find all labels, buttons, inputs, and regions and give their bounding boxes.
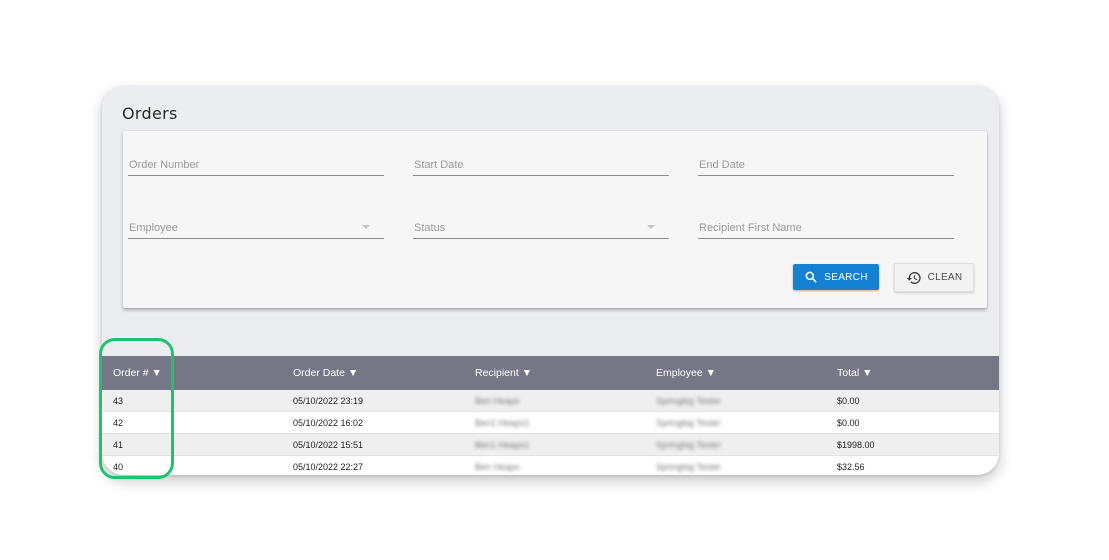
- total-cell: $0.00: [837, 396, 860, 406]
- recipient-cell: Ben Heaps: [475, 396, 520, 406]
- table-header: Order # ▼ Order Date ▼ Recipient ▼ Emplo…: [102, 356, 999, 390]
- table-row[interactable]: 42 05/10/2022 16:02 Ben1 Heaps1 Springbi…: [102, 412, 999, 434]
- order-number-field[interactable]: Order Number: [128, 153, 384, 176]
- recipient-first-name-label: Recipient First Name: [699, 222, 802, 234]
- column-header-order-date[interactable]: Order Date ▼: [293, 367, 358, 379]
- filter-panel: Order Number Start Date End Date Employe…: [123, 131, 987, 308]
- clean-button-label: CLEAN: [927, 272, 963, 283]
- order-date-cell: 05/10/2022 23:19: [293, 396, 364, 406]
- employee-label: Employee: [129, 222, 178, 234]
- end-date-field[interactable]: End Date: [698, 153, 954, 176]
- table-row[interactable]: 41 05/10/2022 15:51 Ben1 Heaps1 Springbi…: [102, 434, 999, 456]
- status-select[interactable]: Status: [413, 216, 669, 239]
- clean-button[interactable]: CLEAN: [894, 263, 974, 292]
- total-cell: $1998.00: [837, 440, 875, 450]
- recipient-cell: Ben1 Heaps1: [475, 440, 530, 450]
- search-icon: [805, 271, 817, 283]
- history-icon: [906, 271, 921, 284]
- total-cell: $32.56: [837, 462, 865, 472]
- employee-cell: Springbig Tester: [656, 396, 721, 406]
- total-cell: $0.00: [837, 418, 860, 428]
- employee-cell: Springbig Tester: [656, 462, 721, 472]
- orders-card: Orders Order Number Start Date End Date …: [102, 86, 999, 475]
- column-header-recipient[interactable]: Recipient ▼: [475, 367, 532, 379]
- chevron-down-icon: [647, 225, 655, 229]
- table-row[interactable]: 40 05/10/2022 22:27 Ben Heaps Springbig …: [102, 456, 999, 475]
- employee-cell: Springbig Tester: [656, 418, 721, 428]
- orders-table: Order # ▼ Order Date ▼ Recipient ▼ Emplo…: [102, 356, 999, 475]
- search-button-label: SEARCH: [824, 271, 868, 283]
- order-date-cell: 05/10/2022 22:27: [293, 462, 364, 472]
- page-title: Orders: [122, 104, 178, 123]
- recipient-cell: Ben Heaps: [475, 462, 520, 472]
- end-date-label: End Date: [699, 159, 745, 171]
- order-column-highlight: [99, 338, 174, 479]
- start-date-field[interactable]: Start Date: [413, 153, 669, 176]
- recipient-first-name-field[interactable]: Recipient First Name: [698, 216, 954, 239]
- column-header-employee[interactable]: Employee ▼: [656, 367, 716, 379]
- order-date-cell: 05/10/2022 15:51: [293, 440, 364, 450]
- search-button[interactable]: SEARCH: [793, 264, 879, 290]
- start-date-label: Start Date: [414, 159, 464, 171]
- status-label: Status: [414, 222, 446, 234]
- order-number-label: Order Number: [129, 159, 200, 171]
- table-row[interactable]: 43 05/10/2022 23:19 Ben Heaps Springbig …: [102, 390, 999, 412]
- employee-cell: Springbig Tester: [656, 440, 721, 450]
- column-header-total[interactable]: Total ▼: [837, 367, 873, 379]
- chevron-down-icon: [362, 225, 370, 229]
- employee-select[interactable]: Employee: [128, 216, 384, 239]
- recipient-cell: Ben1 Heaps1: [475, 418, 530, 428]
- order-date-cell: 05/10/2022 16:02: [293, 418, 364, 428]
